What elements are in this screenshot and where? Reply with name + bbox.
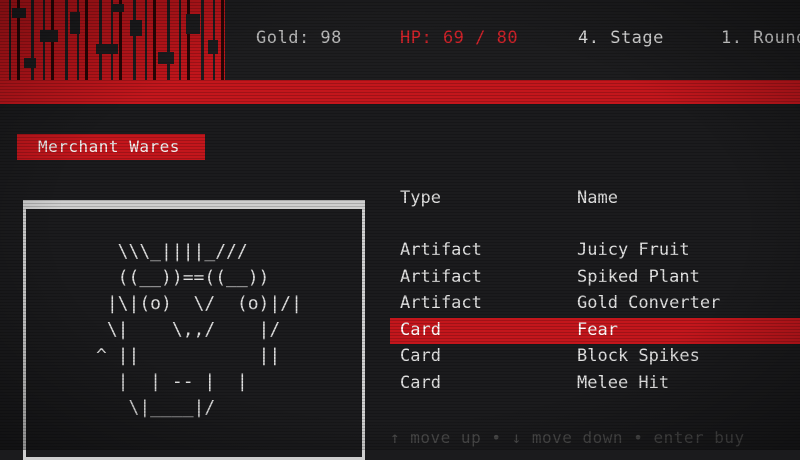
ware-row[interactable]: Card Block Spikes [0,344,800,371]
game-logo [0,0,225,80]
ware-name: Gold Converter [577,293,721,314]
controls-hint: ↑ move up • ↓ move down • enter buy [390,428,745,447]
column-header-name: Name [577,188,618,208]
ware-type: Card [400,346,441,367]
ware-row[interactable]: Card Melee Hit [0,371,800,398]
column-header-type: Type [400,188,441,208]
ware-name: Block Spikes [577,346,700,367]
ware-type: Card [400,319,441,340]
round-indicator: 1. Round [721,28,800,48]
stage-indicator: 4. Stage [578,28,664,48]
section-title: Merchant Wares [17,134,205,160]
ware-type: Artifact [400,266,482,287]
gold-counter: Gold: 98 [256,28,342,48]
ware-name: Spiked Plant [577,266,700,287]
ware-type: Artifact [400,240,482,260]
ware-name: Fear [577,319,618,340]
ware-name: Juicy Fruit [577,240,690,260]
ware-row[interactable]: Artifact Gold Converter [0,291,800,318]
ware-row[interactable]: Artifact Juicy Fruit [0,238,800,265]
hp-counter: HP: 69 / 80 [400,28,519,48]
ware-row-selected[interactable]: Card Fear [390,317,800,345]
ware-row[interactable]: Artifact Spiked Plant [0,265,800,292]
wares-list: Artifact Juicy Fruit Artifact Spiked Pla… [0,238,800,398]
ware-type: Card [400,372,441,393]
ware-name: Melee Hit [577,372,670,393]
top-bar: Gold: 98 HP: 69 / 80 4. Stage 1. Round [0,0,800,80]
header-divider-bar [0,80,800,104]
ware-type: Artifact [400,293,482,314]
